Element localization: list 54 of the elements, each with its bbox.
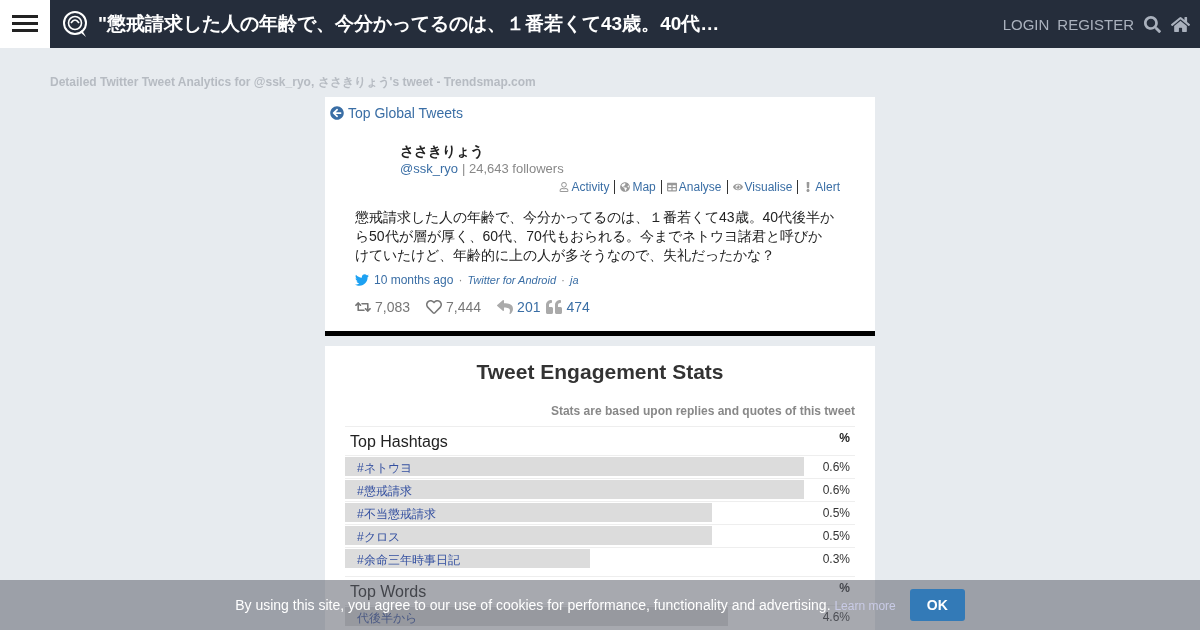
term-link[interactable]: #懲戒請求 — [357, 483, 412, 500]
nav-link[interactable]: REGISTER — [1057, 15, 1134, 33]
globe-icon — [620, 182, 631, 192]
section-title: Top Hashtags — [350, 433, 448, 451]
action-link[interactable]: Activity — [559, 180, 610, 194]
home-icon[interactable] — [1171, 14, 1190, 34]
stats-title: Tweet Engagement Stats — [475, 360, 725, 384]
stats-note: Stats are based upon replies and quotes of this tweet — [549, 404, 855, 418]
retweet-icon — [355, 299, 371, 315]
term-link[interactable]: #不当懲戒請求 — [357, 506, 436, 523]
bird-icon — [355, 273, 369, 287]
menu-button[interactable] — [0, 0, 50, 48]
back-icon — [330, 106, 344, 120]
percent-value: 0.6% — [822, 483, 850, 497]
menu-icon — [12, 15, 38, 33]
section-title: Top Words — [350, 583, 427, 600]
tweet-time[interactable]: 10 months ago — [374, 273, 454, 287]
tweet-source[interactable]: Twitter for Android — [467, 274, 557, 286]
search-icon[interactable] — [1144, 15, 1161, 33]
ok-button[interactable]: OK — [909, 589, 965, 621]
action-link[interactable]: Analyse — [666, 180, 722, 194]
eye-icon — [732, 182, 743, 192]
percent-value: 0.3% — [822, 552, 850, 566]
separator-dot: · — [458, 273, 463, 287]
user-handle[interactable]: @ssk_ryo — [400, 161, 458, 176]
logo-icon — [62, 10, 90, 38]
user-name: ささきりょう — [400, 143, 485, 161]
like-icon — [426, 299, 443, 315]
follower-count: | 24,643 followers — [462, 161, 564, 176]
percent-header: % — [839, 581, 850, 597]
reply-count: 201 — [517, 299, 541, 315]
percent-value: 0.5% — [822, 529, 850, 543]
term-link[interactable]: #ネトウヨ — [357, 460, 412, 477]
term-link[interactable]: #クロス — [357, 529, 400, 546]
tweet-language[interactable]: ja — [570, 274, 579, 286]
percent-value: 0.6% — [822, 460, 850, 474]
separator-dot: · — [561, 273, 566, 287]
table-icon — [666, 182, 677, 192]
quote-count: 474 — [566, 299, 590, 315]
tweet-text: 懲戒請求した人の年齢で、今分かってるのは、１番若くて43歳。40代後半から50代が層が厚く、60代、70代もおられる。今までネトウヨ諸君と呼びかけていたけど、年齢的に上の人が多そうなので、失礼だったかな？ — [355, 208, 835, 265]
action-link[interactable]: Alert — [803, 180, 840, 194]
reply-icon — [497, 299, 514, 315]
nav-link[interactable]: LOGIN — [1002, 15, 1050, 33]
action-link[interactable]: Visualise — [732, 180, 793, 194]
action-link[interactable]: Map — [620, 180, 656, 194]
term-link[interactable]: #余命三年時事日記 — [357, 552, 460, 569]
percent-header: % — [839, 431, 850, 447]
like-count: 7,444 — [446, 299, 482, 315]
page-title: "懲戒請求した人の年齢で、今分かってるのは、１番若くて43歳。40代… — [98, 12, 721, 36]
percent-value: 0.5% — [822, 506, 850, 520]
user-icon — [559, 182, 570, 192]
retweet-count: 7,083 — [375, 299, 411, 315]
quote-icon — [546, 299, 563, 315]
back-link[interactable]: Top Global Tweets — [330, 105, 463, 121]
